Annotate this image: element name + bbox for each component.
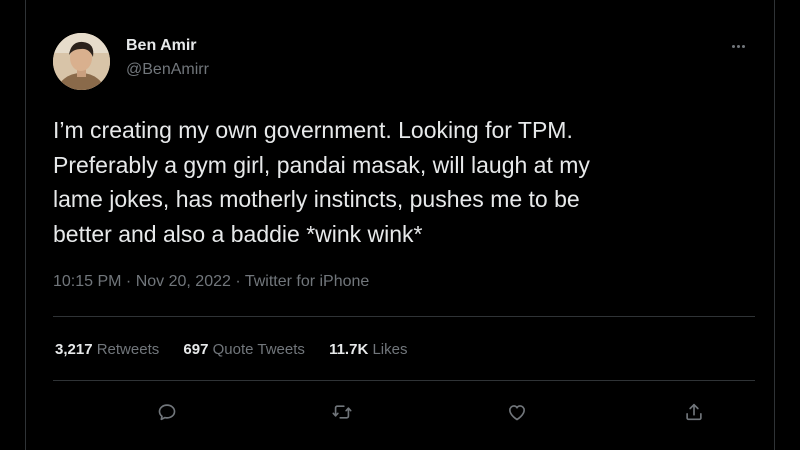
quote-tweets-label: Quote Tweets (212, 341, 305, 358)
more-dot (731, 44, 735, 48)
tweet-stats: 3,217 Retweets 697 Quote Tweets 11.7K Li… (55, 340, 427, 360)
retweet-icon (332, 405, 352, 419)
likes-count: 11.7K (329, 341, 369, 358)
avatar-image (53, 33, 110, 90)
tweet-text: I’m creating my own government. Looking … (53, 117, 590, 247)
retweets-count: 3,217 (55, 341, 93, 358)
author-handle[interactable]: @BenAmirr (126, 60, 209, 80)
share-icon (686, 403, 702, 421)
tweet-frame: Ben Amir @BenAmirr I’m creating my own g… (25, 0, 775, 450)
author-block[interactable]: Ben Amir @BenAmirr (126, 36, 209, 80)
reply-button[interactable] (153, 398, 181, 426)
more-options-icon[interactable] (726, 36, 750, 56)
reply-icon (158, 404, 176, 421)
likes-label: Likes (372, 341, 408, 358)
divider-bottom (53, 380, 755, 381)
tweet-meta[interactable]: 10:15 PM · Nov 20, 2022 · Twitter for iP… (53, 272, 369, 292)
like-button[interactable] (503, 398, 531, 426)
action-bar (53, 398, 755, 426)
more-dot (736, 44, 740, 48)
likes-stat[interactable]: 11.7K Likes (329, 341, 407, 358)
more-dot (741, 44, 745, 48)
tweet[interactable]: Ben Amir @BenAmirr I’m creating my own g… (26, 0, 774, 450)
divider-top (53, 316, 755, 317)
quote-tweets-stat[interactable]: 697 Quote Tweets (183, 341, 304, 358)
share-button[interactable] (680, 398, 708, 426)
retweet-button[interactable] (328, 398, 356, 426)
like-icon (509, 405, 525, 421)
author-display-name[interactable]: Ben Amir (126, 36, 209, 56)
avatar[interactable] (53, 33, 110, 90)
quote-tweets-count: 697 (183, 341, 209, 358)
retweets-stat[interactable]: 3,217 Retweets (55, 341, 159, 358)
retweets-label: Retweets (96, 341, 160, 358)
